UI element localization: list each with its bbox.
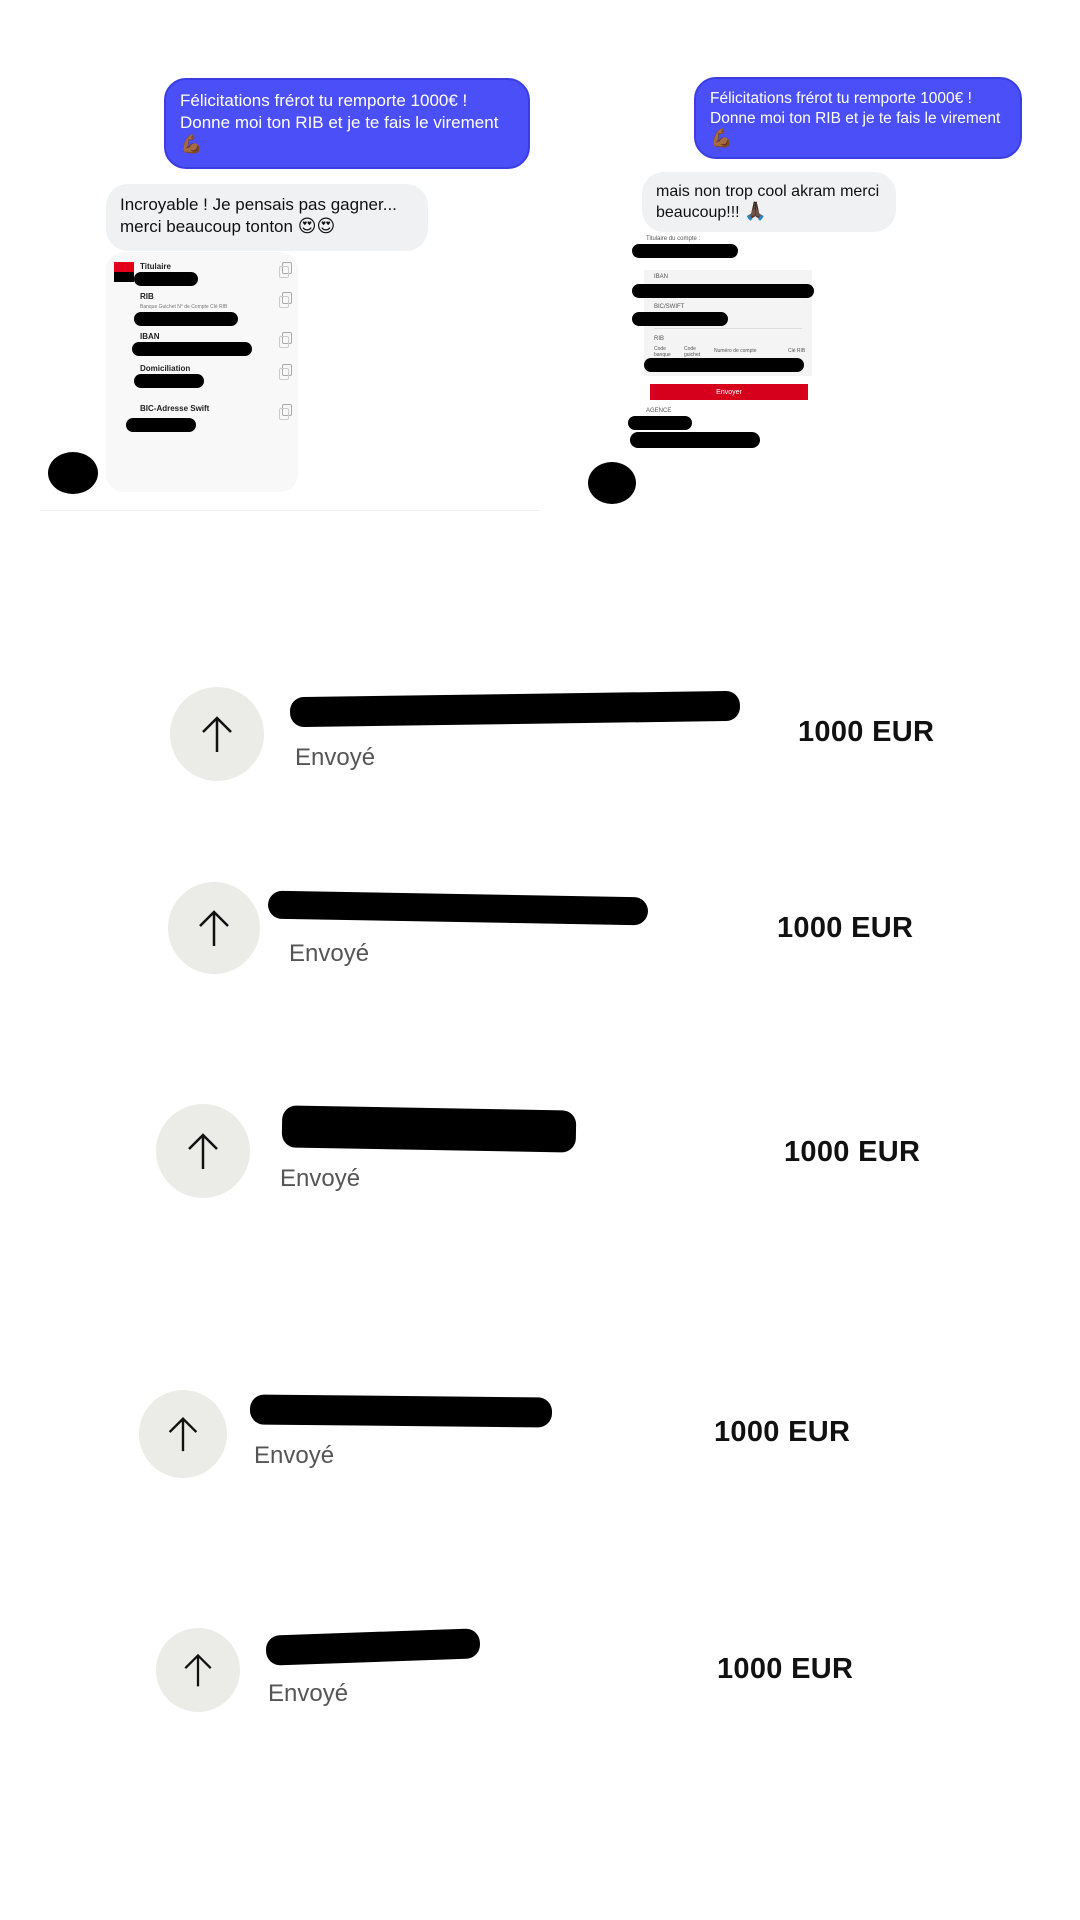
copy-icon[interactable]	[279, 364, 292, 380]
redaction	[644, 358, 804, 372]
form-agence-label: AGENCE	[646, 408, 672, 414]
redaction	[134, 272, 198, 286]
transaction-arrow-up-icon	[168, 882, 260, 974]
redaction	[134, 374, 204, 388]
redaction	[289, 690, 741, 728]
form-rib-label: RIB	[654, 336, 665, 342]
transaction-status: Envoyé	[289, 940, 370, 967]
transaction-arrow-up-icon	[139, 1390, 227, 1478]
outgoing-message: Félicitations frérot tu remporte 1000€ !…	[164, 78, 530, 169]
outgoing-message-line1: Félicitations frérot tu remporte 1000€ !	[180, 91, 468, 110]
send-button[interactable]: Envoyer	[650, 384, 808, 400]
redaction	[134, 312, 238, 326]
rib-iban-label: IBAN	[140, 332, 160, 341]
form-titulaire-label: Titulaire du compte :	[646, 236, 701, 242]
redaction	[628, 416, 692, 430]
redaction	[267, 890, 649, 926]
transaction-amount: 1000 EUR	[717, 1653, 854, 1685]
redaction	[630, 432, 760, 448]
incoming-message-line2: merci beaucoup tonton	[120, 217, 293, 236]
transaction-arrow-up-icon	[170, 687, 264, 781]
form-cle-rib-label: Clé RIB	[788, 348, 806, 354]
rib-rib-label: RIB	[140, 292, 154, 301]
redaction	[249, 1394, 553, 1428]
incoming-message-emoji: 🙏🏿	[744, 201, 767, 222]
outgoing-message-line2: Donne moi ton RIB et je te fais le virem…	[180, 113, 499, 132]
redaction	[265, 1628, 481, 1666]
incoming-message-line1: Incroyable ! Je pensais pas gagner...	[120, 195, 397, 214]
redaction	[632, 284, 814, 298]
redaction	[132, 342, 252, 356]
transaction-amount: 1000 EUR	[777, 912, 914, 944]
form-code-guichet-label: Code guichet	[684, 346, 701, 358]
rib-form-screenshot[interactable]: Titulaire du compte : IBAN BIC/SWIFT RIB…	[628, 236, 814, 430]
transaction-arrow-up-icon	[156, 1628, 240, 1712]
redaction	[126, 418, 196, 432]
outgoing-message: Félicitations frérot tu remporte 1000€ !…	[694, 77, 1022, 159]
form-iban-label: IBAN	[654, 274, 669, 280]
avatar	[48, 452, 98, 494]
transaction-status: Envoyé	[268, 1680, 349, 1707]
incoming-message-emoji: 😍😍	[297, 216, 336, 237]
redaction	[632, 312, 728, 326]
rib-domiciliation-label: Domiciliation	[140, 364, 191, 373]
incoming-message-line2: beaucoup!!!	[656, 204, 740, 221]
incoming-message: mais non trop cool akram merci beaucoup!…	[642, 172, 896, 232]
transaction-amount: 1000 EUR	[798, 716, 935, 748]
form-bic-label: BIC/SWIFT	[654, 304, 685, 310]
copy-icon[interactable]	[279, 262, 292, 278]
incoming-message-line1: mais non trop cool akram merci	[656, 183, 880, 200]
transaction-status: Envoyé	[254, 1442, 335, 1469]
incoming-message: Incroyable ! Je pensais pas gagner... me…	[106, 184, 428, 251]
outgoing-message-emoji: 💪🏾	[180, 134, 203, 155]
redaction	[281, 1105, 577, 1153]
form-divider	[654, 328, 802, 329]
copy-icon[interactable]	[279, 332, 292, 348]
form-code-banque-label: Code banque	[654, 346, 671, 358]
outgoing-message-line1: Félicitations frérot tu remporte 1000€ !	[710, 90, 972, 107]
transaction-arrow-up-icon	[156, 1104, 250, 1198]
redaction	[632, 244, 738, 258]
transaction-amount: 1000 EUR	[784, 1136, 921, 1168]
rib-sub-labels: Banque Guichet N° de Compte Clé RIB	[140, 304, 228, 310]
divider	[40, 510, 540, 511]
rib-attachment[interactable]: Titulaire RIB Banque Guichet N° de Compt…	[106, 252, 298, 492]
bank-logo-icon	[114, 262, 134, 282]
transaction-amount: 1000 EUR	[714, 1416, 851, 1448]
copy-icon[interactable]	[279, 292, 292, 308]
rib-bic-label: BIC-Adresse Swift	[140, 404, 210, 413]
transaction-status: Envoyé	[295, 744, 376, 771]
transaction-status: Envoyé	[280, 1165, 361, 1192]
avatar	[588, 462, 636, 504]
outgoing-message-emoji: 💪🏾	[710, 128, 733, 149]
rib-titulaire-label: Titulaire	[140, 262, 171, 271]
copy-icon[interactable]	[279, 404, 292, 420]
outgoing-message-line2: Donne moi ton RIB et je te fais le virem…	[710, 110, 1001, 127]
form-numero-compte-label: Numéro de compte	[714, 348, 757, 354]
